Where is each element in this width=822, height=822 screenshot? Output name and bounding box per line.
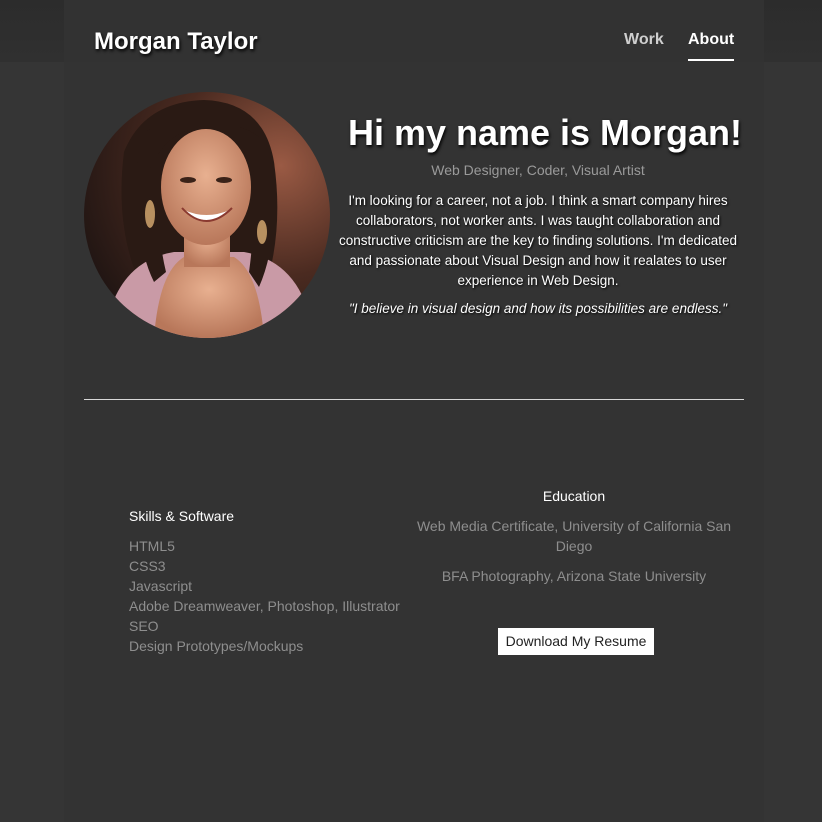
education-title: Education [542, 488, 606, 504]
hero-bio: I'm looking for a career, not a job. I t… [338, 193, 737, 288]
profile-photo [84, 92, 330, 338]
hero-quote: "I believe in visual design and how its … [348, 301, 728, 316]
hero-subtitle: Web Designer, Coder, Visual Artist [431, 162, 645, 178]
nav-work-link[interactable]: Work [624, 31, 664, 49]
nav-about-link[interactable]: About [688, 31, 735, 61]
skill-item: Adobe Dreamweaver, Photoshop, Illustrato… [129, 598, 400, 614]
profile-photo-illustration [84, 92, 330, 338]
skill-item: Design Prototypes/Mockups [129, 638, 304, 654]
skill-item: CSS3 [129, 558, 166, 574]
skill-item: Javascript [129, 578, 193, 594]
section-divider [84, 399, 744, 400]
hero-title: Hi my name is Morgan! [347, 112, 743, 153]
skill-item: HTML5 [129, 538, 175, 554]
skills-list: HTML5 CSS3 Javascript Adobe Dreamweaver,… [129, 536, 400, 656]
skills-title: Skills & Software [129, 508, 235, 524]
education-item: BFA Photography, Arizona State Universit… [441, 568, 707, 584]
education-item: Web Media Certificate, University of Cal… [416, 518, 732, 554]
site-title[interactable]: Morgan Taylor [94, 28, 258, 56]
download-resume-button[interactable]: Download My Resume [498, 628, 654, 655]
skill-item: SEO [129, 618, 159, 634]
